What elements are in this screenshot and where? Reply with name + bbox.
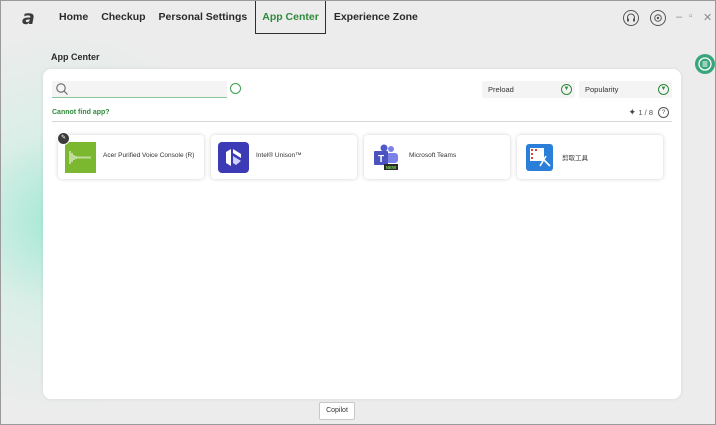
main-nav: Home Checkup Personal Settings App Cente…	[54, 1, 426, 36]
app-card-label: Acer Purified Voice Console (R)	[103, 152, 195, 159]
installed-badge-icon: ✎	[57, 132, 70, 145]
page-title: App Center	[51, 52, 100, 62]
minimize-icon[interactable]: –	[676, 11, 682, 23]
list-icon	[698, 57, 712, 71]
svg-text:T: T	[378, 154, 384, 165]
app-card-acer-purified-voice[interactable]: ✎ Acer Purified Voice Console (R)	[57, 132, 204, 179]
voice-wave-icon	[65, 142, 96, 173]
help-icon[interactable]: ?	[658, 107, 669, 118]
chevron-down-icon: ▼	[561, 83, 572, 95]
preload-dropdown-value: Preload	[488, 85, 514, 94]
snipping-tool-icon	[524, 142, 555, 173]
app-card-microsoft-teams[interactable]: T NEW Microsoft Teams	[364, 135, 510, 179]
pin-icon[interactable]: ✦	[628, 107, 636, 118]
app-card-intel-unison[interactable]: Intel® Unison™	[211, 135, 357, 179]
search-box	[52, 81, 227, 98]
app-window: a Home Checkup Personal Settings App Cen…	[0, 0, 716, 425]
teams-icon: T NEW	[371, 142, 402, 173]
copilot-tooltip: Copilot	[319, 402, 355, 420]
tab-app-center[interactable]: App Center	[255, 1, 326, 34]
sort-dropdown-value: Popularity	[585, 85, 619, 94]
app-card-label: Intel® Unison™	[256, 152, 302, 159]
chevron-down-icon: ▼	[658, 83, 669, 95]
restore-icon[interactable]: ▫	[689, 11, 693, 22]
search-input[interactable]	[70, 82, 224, 97]
side-panel-button[interactable]	[695, 54, 715, 74]
app-card-snipping-tool[interactable]: 剪取工具	[517, 135, 663, 179]
acer-logo: a	[22, 7, 35, 29]
tab-checkup[interactable]: Checkup	[96, 1, 150, 34]
cannot-find-app-link[interactable]: Cannot find app?	[52, 109, 110, 116]
tab-personal-settings[interactable]: Personal Settings	[154, 1, 253, 34]
sort-dropdown[interactable]: Popularity ▼	[579, 81, 672, 98]
close-icon[interactable]: ✕	[703, 11, 712, 24]
page-indicator: 1 / 8	[638, 108, 653, 117]
gear-icon[interactable]	[650, 10, 666, 26]
search-icon	[56, 83, 68, 95]
preload-dropdown[interactable]: Preload ▼	[482, 81, 575, 98]
svg-text:NEW: NEW	[386, 165, 397, 170]
app-center-panel: Preload ▼ Popularity ▼ Cannot find app? …	[43, 69, 681, 399]
headset-icon[interactable]	[623, 10, 639, 26]
refresh-icon[interactable]	[230, 83, 241, 94]
top-bar: a Home Checkup Personal Settings App Cen…	[1, 1, 715, 36]
intel-unison-icon	[218, 142, 249, 173]
tab-experience-zone[interactable]: Experience Zone	[329, 1, 423, 34]
tab-home[interactable]: Home	[54, 1, 93, 34]
app-card-label: Microsoft Teams	[409, 152, 457, 159]
divider	[52, 121, 672, 122]
app-card-label: 剪取工具	[562, 155, 588, 162]
